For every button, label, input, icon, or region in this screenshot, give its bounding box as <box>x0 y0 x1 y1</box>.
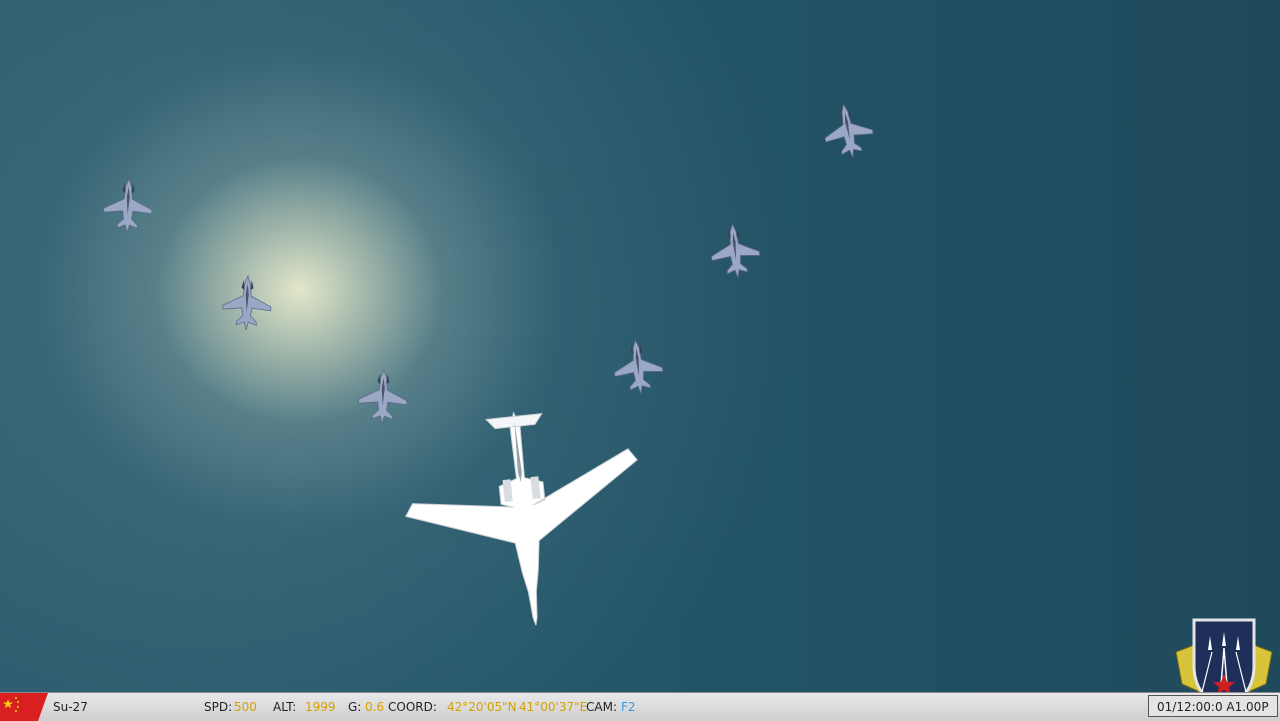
fighter-jet-icon <box>707 221 763 281</box>
mission-clock: 01/12:00:0 A1.00P <box>1148 695 1278 717</box>
flag-icon <box>0 693 48 721</box>
altitude-value: 1999 <box>305 700 336 714</box>
fighter-jet-icon <box>819 99 877 163</box>
g-force-label: G: <box>348 700 362 714</box>
fighter-jet-icon <box>221 274 273 332</box>
g-force-value: 0.6 <box>365 700 385 714</box>
camera-label: CAM: <box>586 700 617 714</box>
fighter-jet-icon <box>102 177 154 235</box>
aircraft-type: Su-27 <box>53 700 88 714</box>
fighter-jet-icon <box>357 368 409 426</box>
coord-label: COORD: <box>388 700 437 714</box>
squadron-emblem-icon <box>1175 618 1273 692</box>
coord-latitude: 42°20'05"N <box>447 700 517 714</box>
bomber-icon <box>395 399 654 639</box>
altitude-label: ALT: <box>273 700 297 714</box>
camera-value: F2 <box>621 700 636 714</box>
speed-label: SPD: <box>204 700 233 714</box>
fighter-jet-icon <box>610 337 666 397</box>
speed-value: 500 <box>234 700 257 714</box>
formation-scene <box>102 99 877 639</box>
status-bar: Su-27 SPD: 500 ALT: 1999 G: 0.6 COORD: 4… <box>0 692 1280 721</box>
coord-longitude: 41°00'37"E <box>519 700 588 714</box>
game-viewport[interactable] <box>0 0 1280 692</box>
